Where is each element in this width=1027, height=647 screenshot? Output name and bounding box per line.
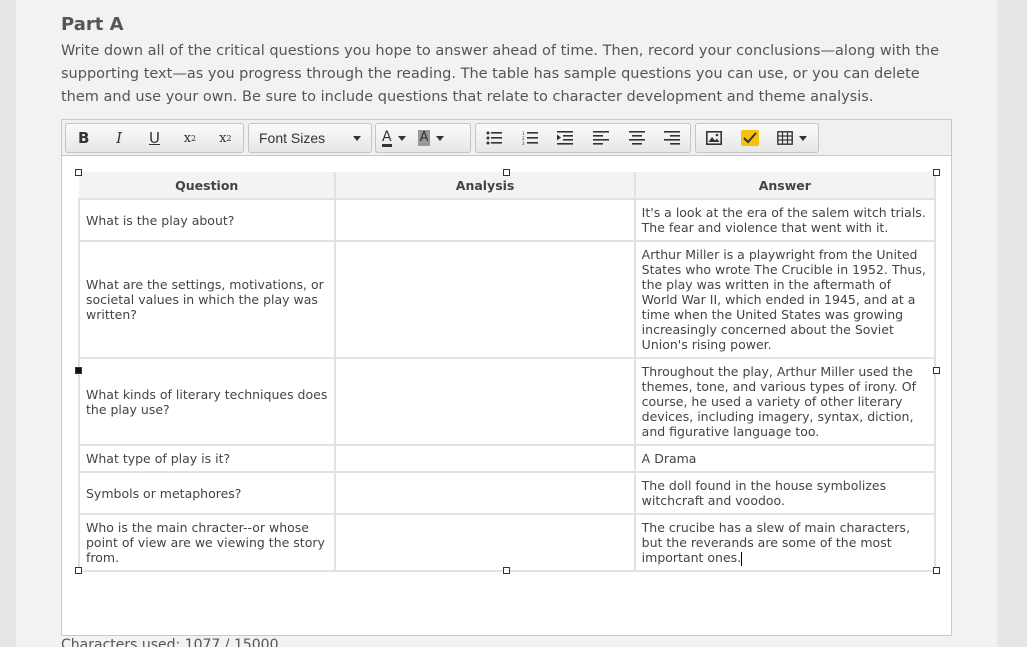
analysis-cell[interactable] xyxy=(334,513,636,572)
chevron-down-icon xyxy=(397,135,406,141)
question-cell[interactable]: What is the play about? xyxy=(77,198,337,242)
table-icon[interactable] xyxy=(768,124,816,152)
analysis-cell[interactable] xyxy=(334,357,636,446)
align-center-icon[interactable] xyxy=(619,124,655,152)
color-group: A A xyxy=(375,123,471,153)
underline-icon[interactable]: U xyxy=(137,124,172,152)
column-header-answer: Answer xyxy=(634,172,937,200)
answer-cell[interactable]: Arthur Miller is a playwright from the U… xyxy=(633,240,937,359)
question-cell[interactable]: What are the settings, motivations, or s… xyxy=(77,240,337,359)
table-row: What is the play about? It's a look at t… xyxy=(77,198,937,242)
question-cell[interactable]: What type of play is it? xyxy=(77,444,337,473)
answer-cell[interactable]: A Drama xyxy=(633,444,937,473)
answer-cell[interactable]: Throughout the play, Arthur Miller used … xyxy=(633,357,937,446)
paragraph-group: 123 xyxy=(475,123,691,153)
table-row: Who is the main chracter--or whose point… xyxy=(77,513,937,572)
answer-cell[interactable]: It's a look at the era of the salem witc… xyxy=(633,198,937,242)
section-title: Part A xyxy=(61,14,124,35)
editor-content-area[interactable]: Question Analysis Answer What is the pla… xyxy=(62,157,951,635)
chevron-down-icon xyxy=(353,135,361,141)
bold-icon[interactable]: B xyxy=(66,124,101,152)
text-style-group: B I U x2 x2 xyxy=(65,123,244,153)
analysis-cell[interactable] xyxy=(334,240,636,359)
font-color-icon: A xyxy=(382,128,392,147)
resize-handle-left[interactable] xyxy=(75,367,82,374)
table-header-row: Question Analysis Answer xyxy=(79,172,937,200)
spellcheck-icon[interactable] xyxy=(732,124,768,152)
character-counter: Characters used: 1077 / 15000 xyxy=(61,637,279,647)
resize-handle-top[interactable] xyxy=(503,169,510,176)
table-row: What type of play is it? A Drama xyxy=(77,444,937,473)
chevron-down-icon xyxy=(436,135,445,141)
resize-handle-top-right[interactable] xyxy=(933,169,940,176)
align-right-icon[interactable] xyxy=(654,124,690,152)
resize-handle-bottom[interactable] xyxy=(503,567,510,574)
italic-icon[interactable]: I xyxy=(101,124,136,152)
questions-table[interactable]: Question Analysis Answer What is the pla… xyxy=(77,172,937,572)
editor-toolbar: B I U x2 x2 Font Sizes A A 1 2 3 xyxy=(62,120,951,156)
numbered-list-icon[interactable]: 123 xyxy=(512,124,548,152)
resize-handle-top-left[interactable] xyxy=(75,169,82,176)
column-header-question: Question xyxy=(79,172,337,200)
bullet-list-icon[interactable] xyxy=(476,124,512,152)
resize-handle-bottom-right[interactable] xyxy=(933,567,940,574)
chevron-down-icon xyxy=(799,135,807,141)
answer-cell[interactable]: The doll found in the house symbolizes w… xyxy=(633,471,937,515)
svg-text:3: 3 xyxy=(522,141,525,145)
analysis-cell[interactable] xyxy=(334,471,636,515)
indent-icon[interactable] xyxy=(547,124,583,152)
font-sizes-label: Font Sizes xyxy=(259,130,326,146)
font-color-button[interactable]: A xyxy=(376,124,412,152)
font-sizes-dropdown[interactable]: Font Sizes xyxy=(248,123,372,153)
text-cursor xyxy=(741,551,743,566)
resize-handle-right[interactable] xyxy=(933,367,940,374)
question-cell[interactable]: Who is the main chracter--or whose point… xyxy=(77,513,337,572)
highlight-color-icon: A xyxy=(417,130,431,146)
insert-group xyxy=(695,123,819,153)
analysis-cell[interactable] xyxy=(334,444,636,473)
section-instructions: Write down all of the critical questions… xyxy=(61,43,939,105)
rich-text-editor[interactable]: B I U x2 x2 Font Sizes A A 1 2 3 Questio… xyxy=(61,119,952,636)
analysis-cell[interactable] xyxy=(334,198,636,242)
table-row: What are the settings, motivations, or s… xyxy=(77,240,937,359)
table-row: What kinds of literary techniques does t… xyxy=(77,357,937,446)
answer-cell[interactable]: The crucibe has a slew of main character… xyxy=(633,513,937,572)
table-row: Symbols or metaphores? The doll found in… xyxy=(77,471,937,515)
subscript-icon[interactable]: x2 xyxy=(208,124,243,152)
question-cell[interactable]: Symbols or metaphores? xyxy=(77,471,337,515)
highlight-color-button[interactable]: A xyxy=(412,124,451,152)
image-icon[interactable] xyxy=(696,124,732,152)
align-left-icon[interactable] xyxy=(583,124,619,152)
superscript-icon[interactable]: x2 xyxy=(172,124,207,152)
resize-handle-bottom-left[interactable] xyxy=(75,567,82,574)
column-header-analysis: Analysis xyxy=(335,172,636,200)
question-cell[interactable]: What kinds of literary techniques does t… xyxy=(77,357,337,446)
answer-text: The crucibe has a slew of main character… xyxy=(641,520,910,565)
